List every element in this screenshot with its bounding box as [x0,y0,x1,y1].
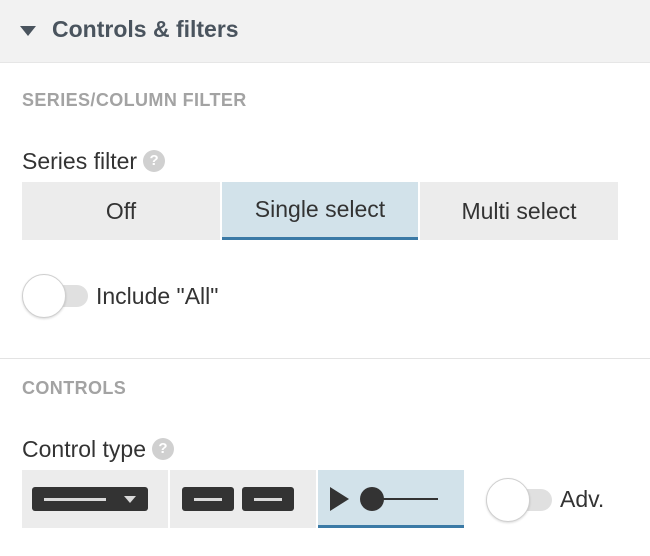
series-section-title: SERIES/COLUMN FILTER [22,90,247,110]
buttons-control-icon [182,487,294,511]
adv-toggle[interactable] [486,478,554,522]
controls-section-title: CONTROLS [22,378,127,398]
series-filter-label-text: Series filter [22,148,138,174]
dropdown-control-icon [32,487,148,511]
segment-label: Multi select [461,197,577,224]
caret-down-icon[interactable] [20,26,36,36]
include-all-toggle[interactable] [22,274,90,318]
segment-label: Off [105,197,137,224]
series-filter-label: Series filter? [22,148,166,175]
slider-control-icon [330,487,438,511]
adv-label: Adv. [560,486,605,512]
section-header[interactable]: Controls & filters [0,0,650,63]
toggle-knob [486,478,530,522]
include-all-label: Include "All" [96,283,219,309]
control-type-buttons-button[interactable] [170,470,316,528]
section-divider [0,358,650,359]
series-filter-single-select-button[interactable]: Single select [222,182,418,240]
toggle-knob [22,274,66,318]
control-type-label-text: Control type [22,436,147,462]
help-icon[interactable]: ? [143,149,166,172]
series-filter-multi-select-button[interactable]: Multi select [420,182,618,240]
control-type-dropdown-button[interactable] [22,470,168,528]
control-type-label: Control type? [22,436,175,463]
segment-label: Single select [254,196,386,222]
section-header-title: Controls & filters [52,16,239,42]
series-filter-off-button[interactable]: Off [22,182,220,240]
control-type-slider-button[interactable] [318,470,464,528]
help-icon[interactable]: ? [152,437,175,460]
